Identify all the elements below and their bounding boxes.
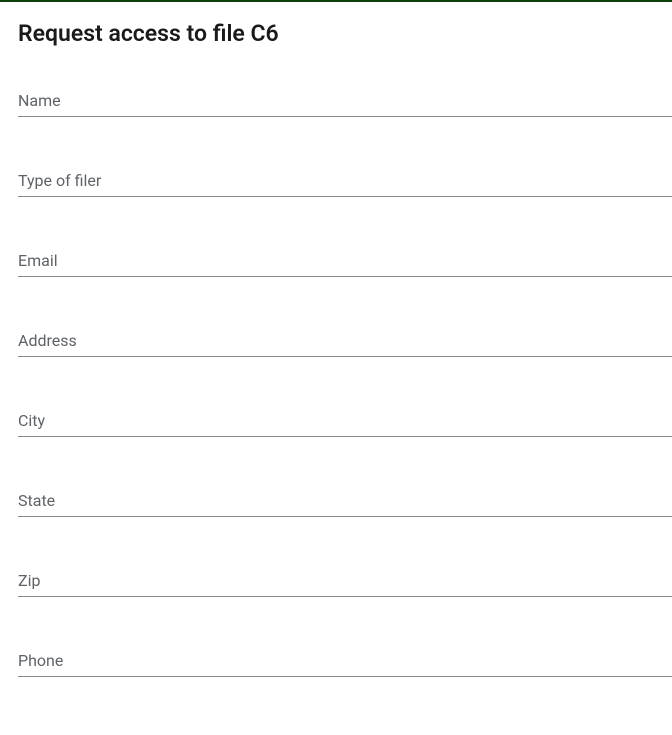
type-of-filer-input[interactable]	[18, 165, 672, 197]
address-input[interactable]	[18, 325, 672, 357]
phone-input[interactable]	[18, 645, 672, 677]
city-input[interactable]	[18, 405, 672, 437]
field-zip	[18, 565, 672, 597]
form-fields	[18, 85, 672, 677]
dialog-title: Request access to file C6	[18, 20, 672, 47]
zip-input[interactable]	[18, 565, 672, 597]
field-type-of-filer	[18, 165, 672, 197]
state-input[interactable]	[18, 485, 672, 517]
field-name	[18, 85, 672, 117]
field-state	[18, 485, 672, 517]
field-address	[18, 325, 672, 357]
field-phone	[18, 645, 672, 677]
email-input[interactable]	[18, 245, 672, 277]
request-access-dialog: Request access to file C6	[0, 2, 672, 677]
field-email	[18, 245, 672, 277]
field-city	[18, 405, 672, 437]
name-input[interactable]	[18, 85, 672, 117]
